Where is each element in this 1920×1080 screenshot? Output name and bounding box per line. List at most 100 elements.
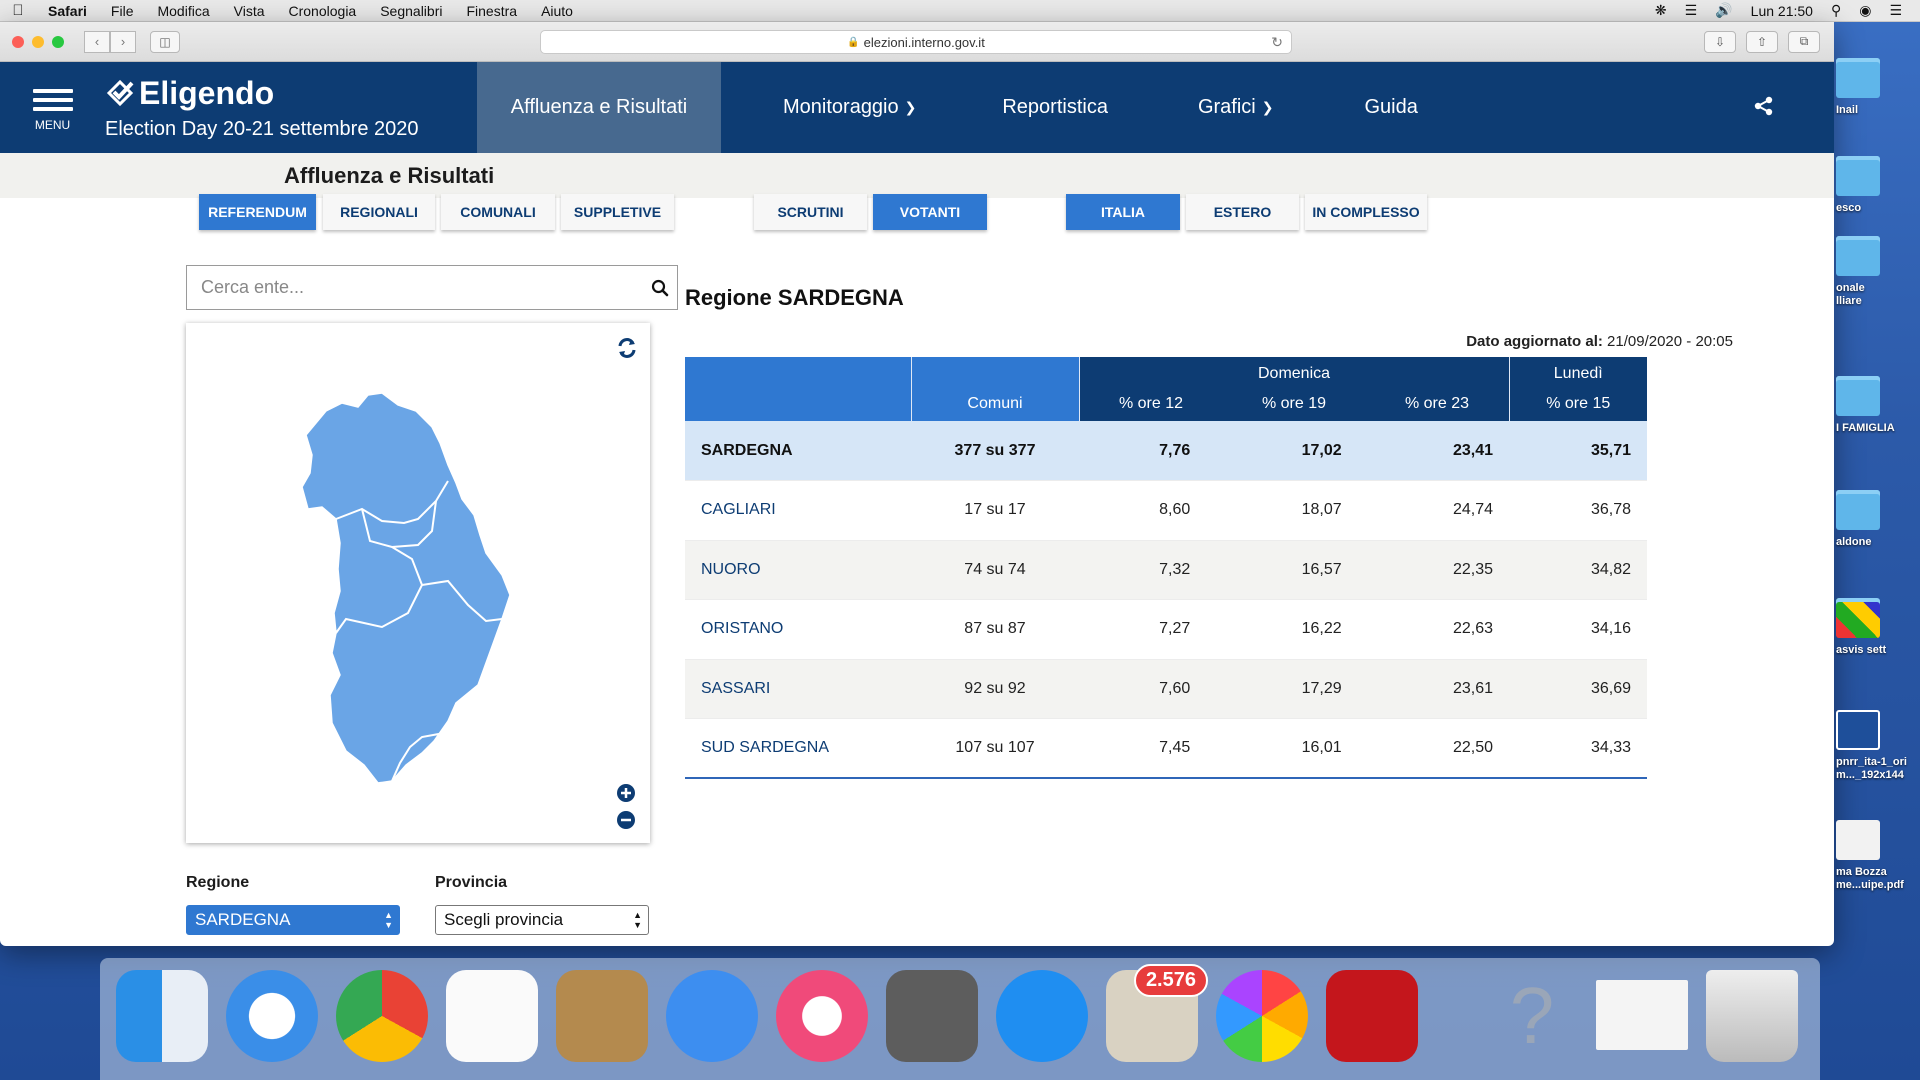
desktop-icon[interactable]: I FAMIGLIA [1836, 376, 1920, 435]
page-title: Affluenza e Risultati [0, 153, 1834, 198]
filter-comunali-button[interactable]: COMUNALI [441, 194, 555, 230]
cell-ore-23: 22,50 [1357, 718, 1509, 779]
contacts-icon[interactable] [556, 970, 648, 1062]
province-label: Provincia [435, 874, 508, 891]
cell-name[interactable]: NUORO [685, 540, 911, 600]
address-bar[interactable]: 🔒 elezioni.interno.gov.it ↻ [540, 30, 1292, 54]
filter-estero-button[interactable]: ESTERO [1186, 194, 1299, 230]
filter-suppletive-button[interactable]: SUPPLETIVE [561, 194, 674, 230]
table-row[interactable]: ORISTANO 87 su 87 7,27 16,22 22,63 34,16 [685, 599, 1647, 660]
tabs-overview-icon[interactable]: ⧉ [1788, 30, 1820, 53]
menubar-clock[interactable]: Lun 21:50 [1751, 3, 1813, 19]
chrome-icon[interactable] [336, 970, 428, 1062]
question-icon[interactable]: ? [1486, 970, 1578, 1062]
zoom-out-icon[interactable] [616, 810, 636, 835]
macos-menubar:  Safari File Modifica Vista Cronologia … [0, 0, 1920, 22]
menu-file[interactable]: File [99, 3, 146, 19]
desktop-icon[interactable]: esco [1836, 156, 1920, 215]
cell-name[interactable]: SASSARI [685, 659, 911, 719]
finder-icon[interactable] [116, 970, 208, 1062]
menu-segnalibri[interactable]: Segnalibri [368, 3, 454, 19]
back-button[interactable]: ‹ [84, 30, 110, 53]
siri-icon[interactable]: ◉ [1859, 2, 1871, 19]
nav-grafici[interactable]: Grafici ❯ [1139, 62, 1305, 153]
region-label: Regione [186, 874, 250, 891]
site-header: MENU Eligendo Election Day 20-21 settemb… [0, 62, 1834, 153]
desktop-icon[interactable]: ma Bozza me...uipe.pdf [1836, 820, 1920, 892]
table-row[interactable]: CAGLIARI 17 su 17 8,60 18,07 24,74 36,78 [685, 480, 1647, 541]
filter-referendum-button[interactable]: REFERENDUM [199, 194, 316, 230]
trash-icon[interactable] [1706, 970, 1798, 1062]
filter-in-complesso-button[interactable]: IN COMPLESSO [1305, 194, 1427, 230]
desktop-icon[interactable]: onale lliare [1836, 236, 1920, 308]
wifi-icon[interactable]: ☰ [1685, 2, 1698, 19]
header-domenica: Domenica [1257, 365, 1331, 382]
folder-icon [1836, 156, 1880, 196]
desktop-icon[interactable]: aldone [1836, 490, 1920, 549]
sardinia-map[interactable] [186, 323, 650, 843]
menu-finestra[interactable]: Finestra [454, 3, 529, 19]
notification-center-icon[interactable]: ☰ [1889, 2, 1902, 19]
header-lunedi: Lunedì [1553, 365, 1603, 382]
menu-button[interactable]: MENU [0, 62, 105, 153]
region-select[interactable]: SARDEGNA ▲ ▼ [186, 905, 400, 935]
cell-name[interactable]: ORISTANO [685, 599, 911, 660]
forward-button[interactable]: › [110, 30, 136, 53]
search-icon[interactable] [643, 279, 677, 297]
desktop-icon[interactable]: Inail [1836, 58, 1920, 117]
cell-ore-15: 36,69 [1509, 659, 1647, 719]
reminders-icon[interactable] [446, 970, 538, 1062]
nav-guida[interactable]: Guida [1305, 62, 1449, 153]
cell-name[interactable]: CAGLIARI [685, 480, 911, 541]
zoom-window-button[interactable] [52, 35, 64, 48]
table-row[interactable]: SUD SARDEGNA 107 su 107 7,45 16,01 22,50 34,3… [685, 718, 1647, 779]
folder-icon [1836, 376, 1880, 416]
sidebar-toggle-icon[interactable]: ◫ [150, 30, 180, 53]
desktop-icon[interactable]: pnrr_ita-1_ori m..._192x144 [1836, 710, 1920, 782]
apple-menu-icon[interactable]:  [0, 2, 36, 19]
menu-modifica[interactable]: Modifica [145, 3, 221, 19]
itunes-icon[interactable] [776, 970, 868, 1062]
menu-aiuto[interactable]: Aiuto [529, 3, 585, 19]
nav-reportistica[interactable]: Reportistica [947, 62, 1139, 153]
nav-affluenza-risultati[interactable]: Affluenza e Risultati [477, 62, 721, 153]
share-site-icon[interactable] [1754, 96, 1774, 121]
downloads-icon[interactable]: ⇩ [1704, 30, 1736, 53]
preview-window-icon[interactable] [1596, 980, 1688, 1050]
messages-icon[interactable] [666, 970, 758, 1062]
menu-app-name[interactable]: Safari [36, 3, 99, 19]
map-region-shape[interactable] [301, 392, 511, 784]
minimize-window-button[interactable] [32, 35, 44, 48]
brand[interactable]: Eligendo Election Day 20-21 settembre 20… [105, 62, 477, 153]
table-row[interactable]: NUORO 74 su 74 7,32 16,57 22,35 34,82 [685, 540, 1647, 600]
volume-icon[interactable]: 🔊 [1715, 2, 1732, 19]
desktop-icon[interactable]: asvis sett [1836, 598, 1920, 657]
accessibility-icon[interactable]: ❋ [1655, 2, 1667, 19]
filter-scrutini-button[interactable]: SCRUTINI [754, 194, 867, 230]
safari-icon[interactable] [226, 970, 318, 1062]
filter-votanti-button[interactable]: VOTANTI [873, 194, 987, 230]
reload-icon[interactable]: ↻ [1271, 34, 1283, 51]
table-row[interactable]: SASSARI 92 su 92 7,60 17,29 23,61 36,69 [685, 659, 1647, 719]
menu-vista[interactable]: Vista [222, 3, 277, 19]
updated-value: 21/09/2020 - 20:05 [1607, 333, 1733, 350]
cell-ore-15: 34,33 [1509, 718, 1647, 779]
system-preferences-icon[interactable] [886, 970, 978, 1062]
filter-regionali-button[interactable]: REGIONALI [323, 194, 435, 230]
province-select[interactable]: Scegli provincia ▲ ▼ [435, 905, 649, 935]
cell-name[interactable]: SUD SARDEGNA [685, 718, 911, 779]
photos-icon[interactable] [1216, 970, 1308, 1062]
zoom-in-icon[interactable] [616, 783, 636, 808]
share-icon[interactable]: ⇧ [1746, 30, 1778, 53]
menu-cronologia[interactable]: Cronologia [277, 3, 369, 19]
filter-italia-button[interactable]: ITALIA [1066, 194, 1180, 230]
mail-icon[interactable]: 2.576 [1106, 964, 1208, 1062]
hamburger-icon [32, 84, 73, 116]
nav-monitoraggio[interactable]: Monitoraggio ❯ [721, 62, 947, 153]
spotlight-icon[interactable]: ⚲ [1831, 2, 1841, 19]
search-input[interactable] [187, 277, 643, 298]
cell-ore-23: 23,61 [1357, 659, 1509, 719]
app-store-icon[interactable] [996, 970, 1088, 1062]
close-window-button[interactable] [12, 35, 24, 48]
acrobat-icon[interactable] [1326, 970, 1418, 1062]
